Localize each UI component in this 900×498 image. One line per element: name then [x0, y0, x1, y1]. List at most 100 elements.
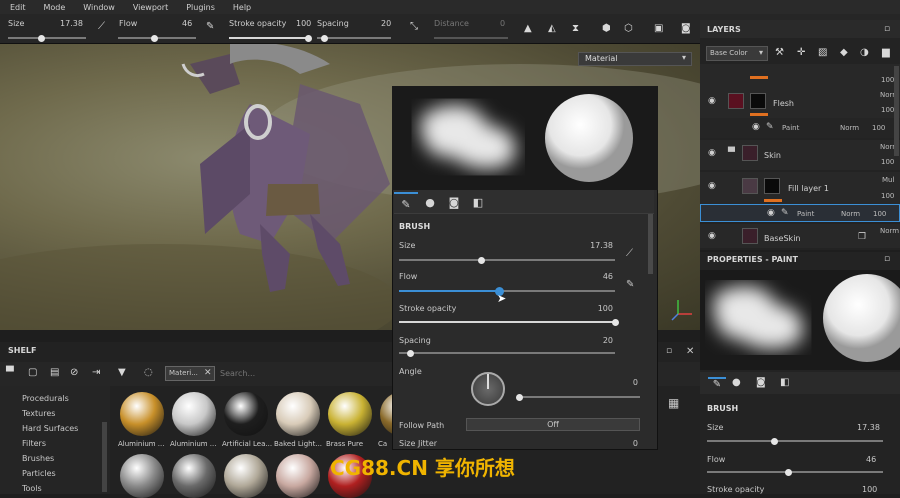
tab-stencil[interactable]: ◙	[442, 192, 466, 214]
remove-filter-icon[interactable]: ✕	[204, 368, 212, 378]
props-stroke-value[interactable]: 100	[862, 485, 877, 494]
tab-material[interactable]: ◧	[466, 192, 490, 214]
material-thumbnail[interactable]	[276, 392, 320, 436]
layer-row-fill-layer-1[interactable]: ◉ Fill layer 1 Mul 100	[700, 172, 900, 204]
menu-plugins[interactable]: Plugins	[186, 3, 215, 12]
toolbar-size-slider[interactable]	[8, 37, 86, 39]
material-thumbnail[interactable]	[276, 454, 320, 498]
screenshot-icon[interactable]: ◙	[681, 23, 691, 34]
material-thumbnail[interactable]	[120, 392, 164, 436]
layer-opacity[interactable]: 100	[881, 106, 894, 114]
import-icon[interactable]: ⇥	[92, 367, 100, 378]
layer-row-top[interactable]: 100	[700, 64, 900, 88]
sublayer-name[interactable]: Paint	[797, 210, 814, 218]
filter-icon[interactable]: ▼	[118, 367, 126, 378]
material-thumbnail[interactable]	[328, 392, 372, 436]
sublayer-name[interactable]: Paint	[782, 124, 799, 132]
sublayer-opacity[interactable]: 100	[872, 124, 885, 132]
brush-icon[interactable]: ✎	[206, 21, 214, 32]
display-icon[interactable]: ▣	[654, 23, 663, 34]
layer-opacity[interactable]: 100	[881, 158, 894, 166]
layers-scrollbar[interactable]	[894, 66, 899, 156]
undock-icon[interactable]: ▫	[884, 254, 890, 264]
category-brushes[interactable]: Brushes	[22, 454, 54, 463]
mask-icon[interactable]: ▨	[818, 47, 827, 58]
new-file-icon[interactable]: ▢	[28, 367, 37, 378]
toolbar-spacing-value[interactable]: 20	[381, 19, 391, 28]
popup-stroke-knob[interactable]	[612, 319, 619, 326]
popup-flow-value[interactable]: 46	[573, 272, 613, 281]
layer-row-baseskin[interactable]: ◉ BaseSkin ❐ Norm	[700, 224, 900, 248]
visibility-eye-icon[interactable]: ◉	[708, 96, 716, 106]
tab-brush[interactable]: ✎	[394, 192, 418, 214]
layer-opacity[interactable]: 100	[881, 192, 894, 200]
toolbar-size-value[interactable]: 17.38	[60, 19, 83, 28]
menu-edit[interactable]: Edit	[10, 3, 26, 12]
visibility-eye-icon[interactable]: ◉	[708, 231, 716, 241]
category-procedurals[interactable]: Procedurals	[22, 394, 69, 403]
toolbar-stroke-slider[interactable]	[229, 37, 309, 39]
material-thumbnail[interactable]	[172, 454, 216, 498]
database-icon[interactable]: ▤	[50, 367, 59, 378]
sublayer-row-paint-selected[interactable]: ◉ ✎ Paint Norm 100	[700, 204, 900, 222]
props-flow-value[interactable]: 46	[866, 455, 876, 464]
camera-cube-icon[interactable]: ⬢	[602, 23, 611, 34]
flip-icon[interactable]: ⧗	[572, 23, 579, 34]
layer-row-skin[interactable]: ◉ ▀ Skin Norm 100	[700, 140, 900, 170]
mirror-icon[interactable]: ◭	[548, 23, 556, 34]
visibility-eye-icon[interactable]: ◉	[708, 181, 716, 191]
fill-bucket-icon[interactable]: ◆	[840, 47, 848, 58]
viewport-material-select[interactable]: Material	[578, 52, 692, 66]
filter-tag[interactable]: Materi... ✕	[165, 366, 215, 381]
layer-blend-mode[interactable]: Mul	[882, 176, 894, 184]
layer-name[interactable]: Fill layer 1	[788, 184, 829, 193]
layer-name[interactable]: BaseSkin	[764, 234, 800, 243]
category-textures[interactable]: Textures	[22, 409, 55, 418]
popup-angle-knob[interactable]	[516, 394, 523, 401]
brush-tab-icon[interactable]: ✎	[708, 377, 726, 390]
material-thumbnail[interactable]	[120, 454, 164, 498]
popup-size-slider[interactable]	[399, 259, 615, 261]
delete-icon[interactable]: ▆	[882, 47, 890, 58]
material-thumbnail[interactable]	[172, 392, 216, 436]
toolbar-stroke-knob[interactable]	[305, 35, 312, 42]
toolbar-stroke-value[interactable]: 100	[296, 19, 311, 28]
category-tools[interactable]: Tools	[22, 484, 42, 493]
tab-alpha[interactable]: ●	[418, 192, 442, 214]
layer-name[interactable]: Skin	[764, 151, 781, 160]
popup-stroke-value[interactable]: 100	[573, 304, 613, 313]
toolbar-spacing-knob[interactable]	[321, 35, 328, 42]
flow-pressure-icon[interactable]: ✎	[626, 279, 634, 290]
pen-pressure-icon[interactable]: ⟋	[98, 21, 105, 32]
wrench-icon[interactable]: ⚒	[775, 47, 784, 58]
sublayer-opacity[interactable]: 100	[873, 210, 886, 218]
popup-angle-value[interactable]: 0	[598, 378, 638, 387]
props-flow-slider[interactable]	[707, 471, 883, 473]
material-thumbnail[interactable]	[224, 454, 268, 498]
toolbar-flow-knob[interactable]	[151, 35, 158, 42]
sublayer-blend-mode[interactable]: Norm	[841, 210, 860, 218]
undock-icon[interactable]: ▫	[666, 346, 672, 356]
popup-size-value[interactable]: 17.38	[573, 241, 613, 250]
material-thumbnail[interactable]	[224, 392, 268, 436]
category-filters[interactable]: Filters	[22, 439, 46, 448]
toolbar-size-knob[interactable]	[38, 35, 45, 42]
visibility-eye-icon[interactable]: ◉	[708, 148, 716, 158]
popup-spacing-slider[interactable]	[399, 352, 615, 354]
visibility-eye-icon[interactable]: ◉	[752, 122, 760, 132]
categories-scrollbar[interactable]	[102, 422, 107, 492]
refresh-icon[interactable]: ◌	[144, 367, 153, 378]
add-effect-icon[interactable]: ✛	[797, 47, 805, 58]
hide-icon[interactable]: ⊘	[70, 367, 78, 378]
projection-icon[interactable]: ⬡	[624, 23, 633, 34]
props-size-value[interactable]: 17.38	[857, 423, 880, 432]
size-pressure-icon[interactable]: ⟋	[626, 248, 633, 259]
props-size-knob[interactable]	[770, 438, 778, 445]
undock-icon[interactable]: ▫	[884, 24, 890, 34]
material-tab-icon[interactable]: ◧	[780, 377, 789, 388]
stencil-tab-icon[interactable]: ◙	[756, 377, 766, 388]
instance-icon[interactable]: ❐	[858, 232, 866, 242]
symmetry-icon[interactable]: ▲	[524, 23, 532, 34]
layer-blend-mode[interactable]: Norm	[880, 227, 899, 235]
category-particles[interactable]: Particles	[22, 469, 56, 478]
